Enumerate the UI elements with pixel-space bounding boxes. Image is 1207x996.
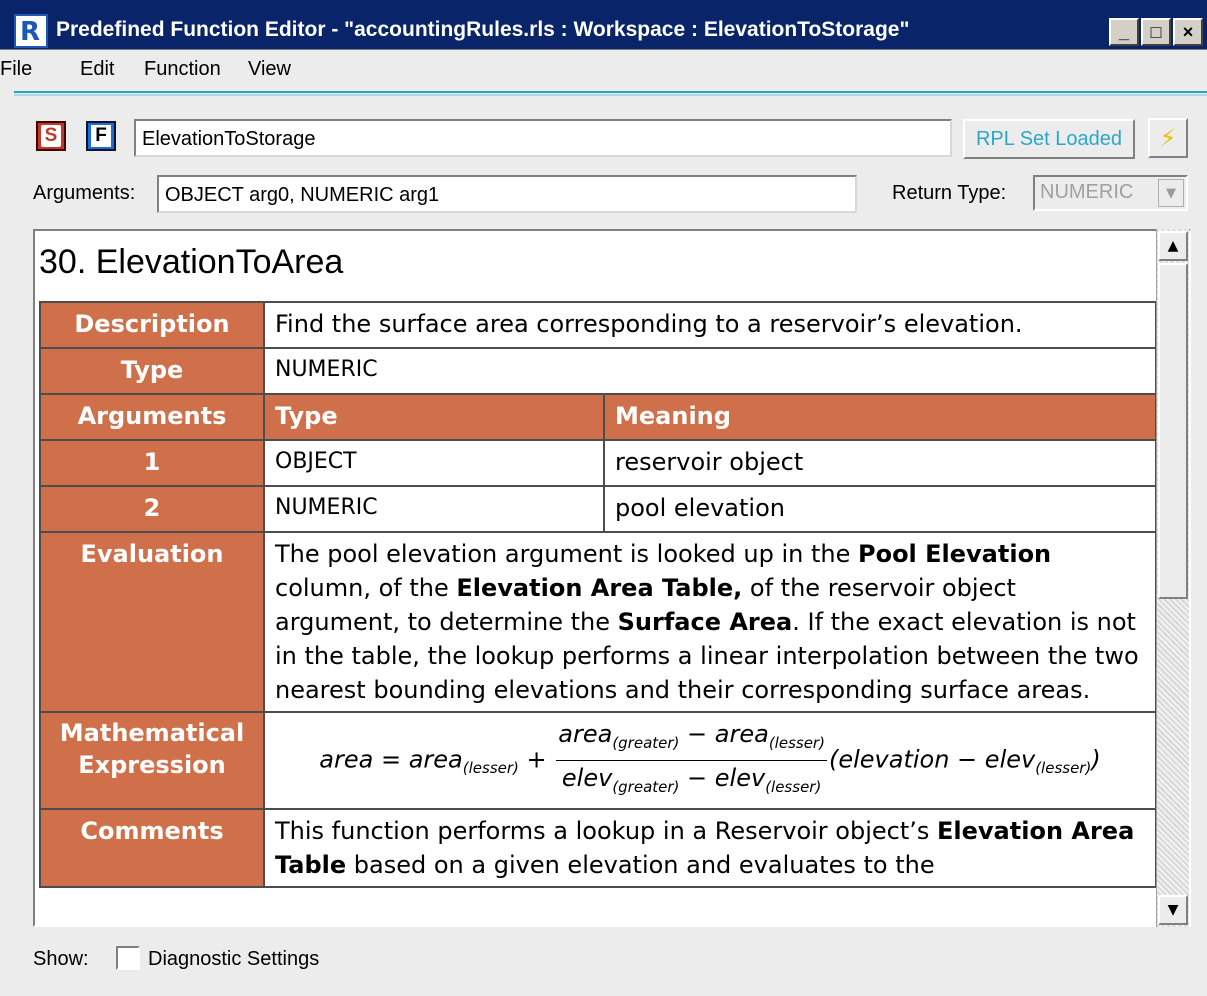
table-row: Mathematical Expression area = area(less… [39,711,1157,810]
window-title: Predefined Function Editor - "accounting… [56,18,910,41]
scroll-down-icon[interactable]: ▼ [1158,895,1188,925]
menu-file[interactable]: File [0,58,32,81]
function-name-input[interactable]: ElevationToStorage [134,119,952,157]
riverware-app-icon: R [14,14,48,48]
minimize-button[interactable]: _ [1109,18,1139,46]
arg-meaning: pool elevation [603,485,1157,533]
f-icon: F [91,125,111,147]
return-type-label: Return Type: [892,182,1007,204]
arguments-label: Arguments: [33,182,136,204]
comments-label: Comments [39,807,265,888]
arg-type-header: Type [263,393,605,441]
return-type-value: NUMERIC [1040,181,1134,203]
table-row: Comments This function performs a lookup… [39,807,1157,888]
table-row: Arguments Type Meaning [39,393,1157,441]
description-value: Find the surface area corresponding to a… [263,301,1157,349]
table-row: 2 NUMERIC pool elevation [39,485,1157,533]
chevron-down-icon[interactable]: ▼ [1158,179,1184,207]
comments-text: This function performs a lookup in a Res… [263,807,1157,888]
doc-title: 30. ElevationToArea [39,243,344,281]
table-row: Evaluation The pool elevation argument i… [39,531,1157,713]
evaluation-label: Evaluation [39,531,265,713]
arg-type: NUMERIC [263,485,605,533]
arg-meaning: reservoir object [603,439,1157,487]
menu-function[interactable]: Function [144,58,221,81]
menu-bar: File Edit Function View [0,50,1207,90]
menu-edit[interactable]: Edit [80,58,114,81]
description-label: Description [39,301,265,349]
predefined-function-editor-window: R Predefined Function Editor - "accounti… [0,0,1207,996]
arg-meaning-header: Meaning [603,393,1157,441]
arguments-header: Arguments [39,393,265,441]
table-row: Type NUMERIC [39,347,1157,395]
rpl-set-loaded-button[interactable]: RPL Set Loaded [963,119,1135,159]
arguments-input[interactable]: OBJECT arg0, NUMERIC arg1 [157,175,857,213]
arg-type: OBJECT [263,439,605,487]
type-value: NUMERIC [263,347,1157,395]
return-type-select[interactable]: NUMERIC ▼ [1033,175,1188,211]
show-label: Show: [33,948,89,970]
table-row: 1 OBJECT reservoir object [39,439,1157,487]
lightning-button[interactable]: ⚡ [1148,118,1188,158]
type-label: Type [39,347,265,395]
menu-separator [14,91,1207,96]
scroll-thumb[interactable] [1158,263,1188,599]
s-icon: S [41,125,61,147]
title-bar: R Predefined Function Editor - "accounti… [0,0,1207,50]
diagnostic-settings-checkbox[interactable] [116,946,140,970]
diagnostic-settings-label: Diagnostic Settings [148,948,320,970]
function-doc-table: Description Find the surface area corres… [39,301,1157,888]
close-button[interactable]: × [1173,18,1203,46]
scroll-up-icon[interactable]: ▲ [1158,231,1188,261]
table-row: Description Find the surface area corres… [39,301,1157,349]
vertical-scrollbar[interactable]: ▲ ▼ [1156,229,1189,927]
evaluation-text: The pool elevation argument is looked up… [263,531,1157,713]
arg-number: 1 [39,439,265,487]
s-button[interactable]: S [36,121,66,151]
documentation-panel: 30. ElevationToArea Description Find the… [33,229,1191,927]
math-expression-label: Mathematical Expression [39,711,265,810]
lightning-icon: ⚡ [1159,124,1177,152]
menu-view[interactable]: View [248,58,291,81]
arg-number: 2 [39,485,265,533]
maximize-button[interactable]: □ [1141,18,1171,46]
math-expression: area = area(lesser) + area(greater) − ar… [263,711,1157,810]
f-button[interactable]: F [86,121,116,151]
